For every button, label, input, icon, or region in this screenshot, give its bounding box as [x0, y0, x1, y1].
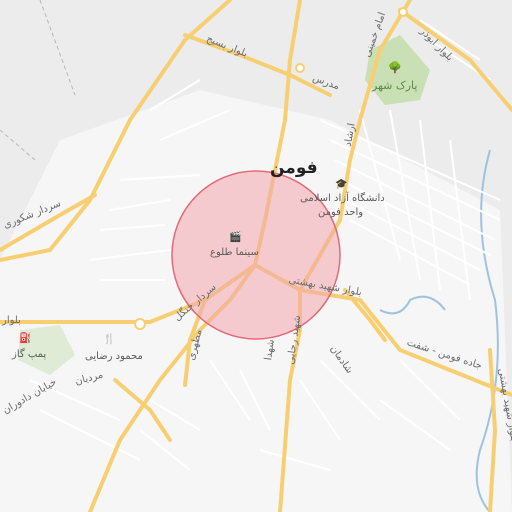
- map-canvas[interactable]: فومن 🎓 دانشگاه آزاد اسلامی واحد فومن 🎬 س…: [0, 0, 512, 512]
- roundabout: [134, 318, 146, 330]
- roundabout: [398, 7, 408, 17]
- university-label-2: واحد فومن: [318, 207, 364, 218]
- restaurant-label: محمود رضایی: [85, 351, 143, 362]
- road-label-bolvar: بلوار: [2, 315, 21, 326]
- university-icon: 🎓: [335, 179, 348, 190]
- park-label: پارک شهر: [372, 79, 418, 92]
- cinema-label: سینما طلوع: [210, 247, 259, 258]
- gas-label: پمپ گاز: [12, 349, 47, 360]
- city-label: فومن: [270, 158, 318, 178]
- fork-knife-icon: 🍴: [103, 334, 116, 345]
- university-label-1: دانشگاه آزاد اسلامی: [300, 193, 385, 204]
- roundabout: [295, 63, 305, 73]
- tree-icon: 🌳: [388, 61, 402, 74]
- film-icon: 🎬: [229, 232, 242, 243]
- fuel-icon: ⛽: [19, 333, 32, 344]
